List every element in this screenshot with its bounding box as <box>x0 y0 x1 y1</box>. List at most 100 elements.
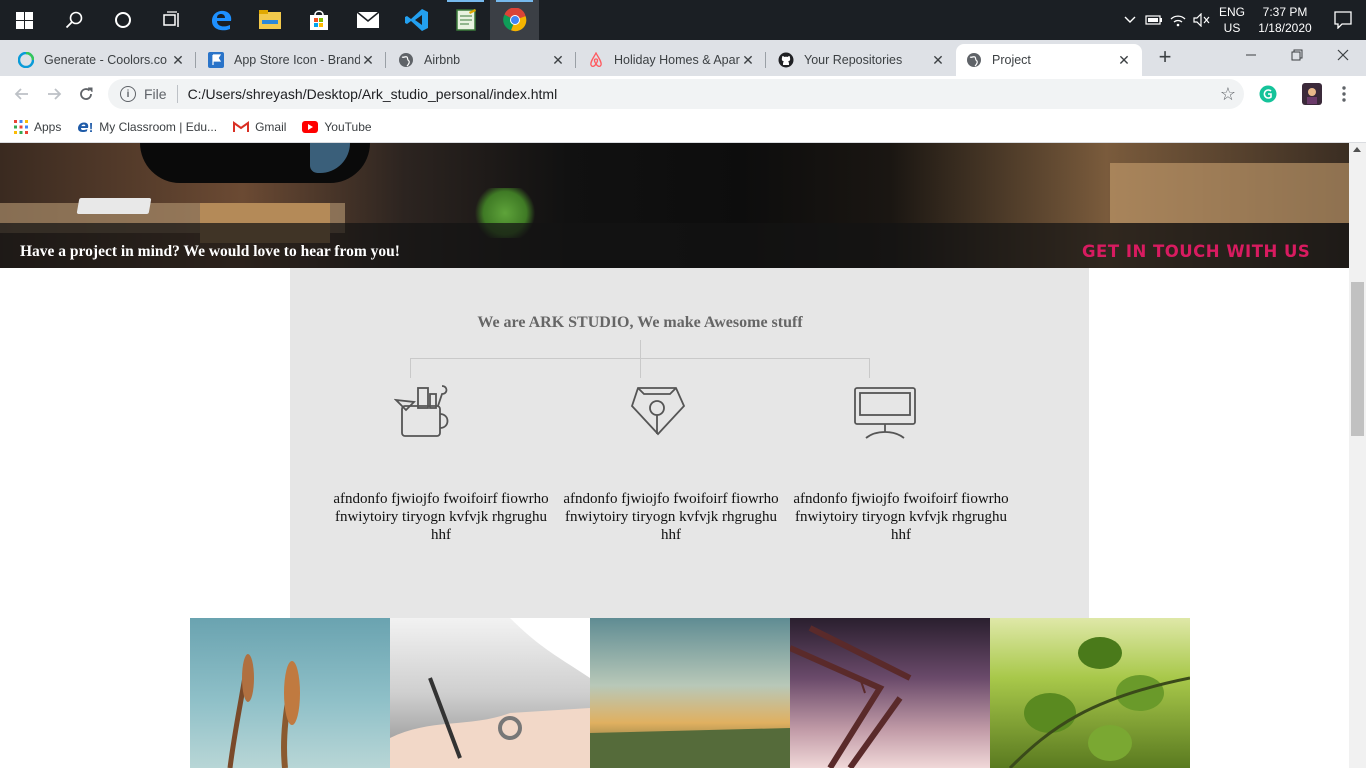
store-icon[interactable] <box>294 0 343 40</box>
bookmark-youtube[interactable]: YouTube <box>302 120 372 134</box>
wifi-icon[interactable] <box>1166 0 1190 40</box>
close-icon[interactable]: ✕ <box>1116 52 1132 69</box>
hero-tagline: Have a project in mind? We would love to… <box>20 243 400 260</box>
close-window-button[interactable] <box>1320 40 1366 70</box>
bookmark-label: Gmail <box>255 120 287 134</box>
notification-icon[interactable] <box>1320 0 1366 40</box>
scroll-up-icon[interactable] <box>1353 147 1361 152</box>
service-description: afndonfo fjwiojfo fwoifoirf fiowrho fnwi… <box>333 491 549 543</box>
profile-avatar[interactable] <box>1298 80 1326 108</box>
bookmark-my-classroom[interactable]: e! My Classroom | Edu... <box>77 117 217 137</box>
clock-date: 1/18/2020 <box>1258 21 1312 35</box>
back-button[interactable] <box>8 80 36 108</box>
chevron-up-icon[interactable] <box>1118 0 1142 40</box>
bookmark-gmail[interactable]: Gmail <box>233 120 286 134</box>
url-text[interactable]: C:/Users/shreyash/Desktop/Ark_studio_per… <box>188 86 558 102</box>
battery-icon[interactable] <box>1142 0 1166 40</box>
close-icon[interactable]: ✕ <box>170 52 186 69</box>
globe-icon <box>966 52 982 68</box>
url-scheme: File <box>144 86 167 102</box>
grammarly-extension-icon[interactable] <box>1254 80 1282 108</box>
connector-line <box>410 358 870 359</box>
browser-toolbar: i File C:/Users/shreyash/Desktop/Ark_stu… <box>0 76 1366 112</box>
restore-button[interactable] <box>1274 40 1320 70</box>
reload-button[interactable] <box>72 80 100 108</box>
lang-region: US <box>1223 21 1241 35</box>
forward-button[interactable] <box>40 80 68 108</box>
new-tab-button[interactable]: + <box>1152 44 1178 70</box>
globe-icon <box>398 52 414 68</box>
mail-icon[interactable] <box>343 0 392 40</box>
field-sunset-photo <box>590 618 790 768</box>
connector-line <box>640 340 641 378</box>
apps-grid-icon <box>14 120 28 134</box>
windows-taskbar: ENG US 7:37 PM 1/18/2020 <box>0 0 1366 40</box>
hero-right-desk <box>1110 163 1349 223</box>
vscode-icon[interactable] <box>392 0 441 40</box>
windows-start-icon[interactable] <box>0 0 49 40</box>
bookmark-apps[interactable]: Apps <box>14 120 61 134</box>
tab-separator <box>385 52 386 68</box>
close-icon[interactable]: ✕ <box>360 52 376 69</box>
input-language[interactable]: ENG US <box>1214 4 1250 36</box>
tab-holiday-homes[interactable]: Holiday Homes & Apartments ✕ <box>578 44 766 76</box>
info-icon[interactable]: i <box>120 86 136 102</box>
tab-title: Your Repositories <box>804 53 903 67</box>
lang-code: ENG <box>1218 5 1245 19</box>
gmail-icon <box>233 121 250 133</box>
hero-banner: Have a project in mind? We would love to… <box>0 143 1349 268</box>
clock[interactable]: 7:37 PM 1/18/2020 <box>1250 4 1320 36</box>
search-icon[interactable] <box>49 0 98 40</box>
bridge-photo <box>790 618 990 768</box>
tab-coolors[interactable]: Generate - Coolors.co ✕ <box>8 44 196 76</box>
task-view-icon[interactable] <box>147 0 196 40</box>
edureka-icon: e! <box>77 117 94 137</box>
wheat-photo <box>190 618 390 768</box>
minimize-button[interactable] <box>1228 40 1274 70</box>
design-tools-icon <box>393 384 460 444</box>
close-icon[interactable]: ✕ <box>930 52 946 69</box>
github-icon <box>778 52 794 68</box>
clock-time: 7:37 PM <box>1262 5 1308 19</box>
system-tray: ENG US 7:37 PM 1/18/2020 <box>1118 0 1366 40</box>
close-icon[interactable]: ✕ <box>740 52 756 69</box>
tab-project[interactable]: Project ✕ <box>956 44 1142 76</box>
scrollbar-thumb[interactable] <box>1351 282 1364 436</box>
menu-kebab-icon[interactable] <box>1330 80 1358 108</box>
cortana-icon[interactable] <box>98 0 147 40</box>
flag-icon <box>208 52 224 68</box>
close-icon[interactable]: ✕ <box>550 52 566 69</box>
connector-line <box>410 358 411 378</box>
monitor-icon <box>852 384 918 444</box>
chrome-icon[interactable] <box>490 0 539 40</box>
page-viewport: Have a project in mind? We would love to… <box>0 143 1349 768</box>
about-section: We are ARK STUDIO, We make Awesome stuff <box>290 268 1089 618</box>
hero-keyboard <box>76 198 152 214</box>
tab-airbnb[interactable]: Airbnb ✕ <box>388 44 576 76</box>
notepad-icon[interactable] <box>441 0 490 40</box>
tab-separator <box>195 52 196 68</box>
edge-icon[interactable] <box>196 0 245 40</box>
tab-title: Project <box>992 53 1031 67</box>
connector-line <box>869 358 870 378</box>
pen-nib-icon <box>624 384 690 444</box>
get-in-touch-link[interactable]: GET IN TOUCH WITH US <box>1082 242 1310 261</box>
leaves-photo <box>990 618 1190 768</box>
writing-hand-photo <box>390 618 590 768</box>
tab-your-repositories[interactable]: Your Repositories ✕ <box>768 44 956 76</box>
tab-app-store-icon[interactable]: App Store Icon - Brands ✕ <box>198 44 386 76</box>
bookmark-label: My Classroom | Edu... <box>99 120 218 134</box>
airbnb-icon <box>588 52 604 68</box>
bookmark-star-icon[interactable]: ☆ <box>1220 84 1236 105</box>
vertical-scrollbar[interactable] <box>1349 143 1366 768</box>
file-explorer-icon[interactable] <box>245 0 294 40</box>
volume-muted-icon[interactable] <box>1190 0 1214 40</box>
tab-separator <box>765 52 766 68</box>
coolors-icon <box>18 52 34 68</box>
bookmark-label: YouTube <box>324 120 372 134</box>
tab-separator <box>575 52 576 68</box>
service-description: afndonfo fjwiojfo fwoifoirf fiowrho fnwi… <box>563 491 779 543</box>
tab-title: Airbnb <box>424 53 461 67</box>
bookmarks-bar: Apps e! My Classroom | Edu... Gmail YouT… <box>0 112 1366 143</box>
address-bar[interactable]: i File C:/Users/shreyash/Desktop/Ark_stu… <box>108 79 1244 109</box>
